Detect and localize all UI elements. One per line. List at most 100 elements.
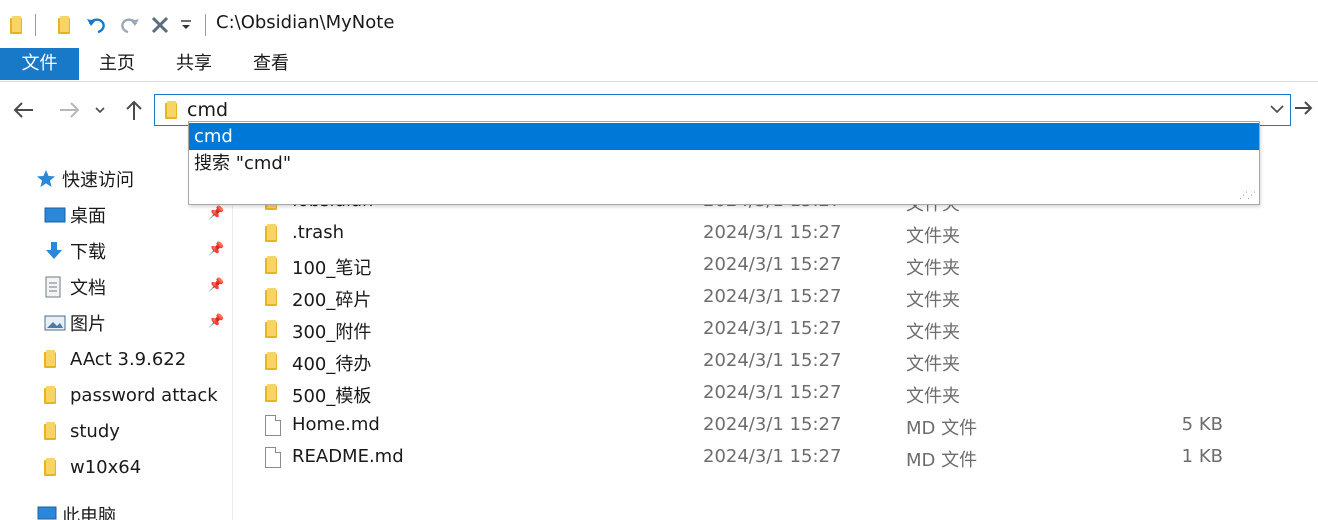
- address-autocomplete-dropdown: cmd 搜索 "cmd" ⋰⋰: [188, 121, 1260, 205]
- table-row[interactable]: 100_笔记 2024/3/1 15:27 文件夹: [233, 250, 1318, 282]
- folder-icon: [44, 422, 70, 440]
- file-type: 文件夹: [906, 226, 960, 247]
- file-name: 100_笔记: [292, 258, 372, 279]
- ribbon: 文件 主页 共享 查看: [0, 48, 1318, 82]
- file-icon: [265, 415, 281, 441]
- folder-icon: [265, 288, 277, 311]
- desktop-icon: [44, 206, 70, 224]
- file-name: Home.md: [292, 414, 380, 435]
- undo-icon[interactable]: [84, 12, 110, 38]
- sidebar-item-quick-access[interactable]: 快速访问: [36, 164, 134, 194]
- table-row[interactable]: 200_碎片 2024/3/1 15:27 文件夹: [233, 282, 1318, 314]
- file-icon: [265, 447, 281, 473]
- sidebar-item-label: 桌面: [70, 206, 106, 227]
- pin-icon[interactable]: 📌: [208, 278, 224, 293]
- sidebar-item-password-attack[interactable]: password attack: [44, 380, 218, 410]
- sidebar-item-label: 此电脑: [62, 506, 116, 520]
- file-name: README.md: [292, 446, 404, 467]
- table-row[interactable]: 400_待办 2024/3/1 15:27 文件夹: [233, 346, 1318, 378]
- pin-icon[interactable]: 📌: [208, 314, 224, 329]
- file-type: MD 文件: [906, 418, 978, 439]
- file-date: 2024/3/1 15:27: [703, 350, 842, 371]
- folder-icon: [265, 352, 277, 375]
- forward-button[interactable]: [55, 96, 83, 124]
- computer-icon: [36, 506, 62, 520]
- window-title: C:\Obsidian\MyNote: [216, 12, 395, 33]
- file-size: 1 KB: [1181, 446, 1223, 467]
- table-row[interactable]: Home.md 2024/3/1 15:27 MD 文件 5 KB: [233, 410, 1318, 442]
- table-row[interactable]: .trash 2024/3/1 15:27 文件夹: [233, 218, 1318, 250]
- sidebar-item-aact[interactable]: AAct 3.9.622: [44, 344, 186, 374]
- back-button[interactable]: [10, 96, 38, 124]
- address-dropdown-chevron-icon[interactable]: [1270, 99, 1284, 118]
- toolbar-divider: [35, 14, 36, 36]
- tab-home[interactable]: 主页: [82, 48, 152, 80]
- file-date: 2024/3/1 15:27: [703, 382, 842, 403]
- redo-icon[interactable]: [116, 12, 142, 38]
- toolbar-divider: [205, 14, 206, 36]
- folder-icon: [265, 320, 277, 343]
- table-row[interactable]: README.md 2024/3/1 15:27 MD 文件 1 KB: [233, 442, 1318, 474]
- delete-icon[interactable]: [148, 12, 172, 38]
- sidebar-item-downloads[interactable]: 下载: [44, 236, 106, 266]
- table-row[interactable]: 300_附件 2024/3/1 15:27 文件夹: [233, 314, 1318, 346]
- sidebar-item-label: 图片: [70, 314, 106, 335]
- file-date: 2024/3/1 15:27: [703, 318, 842, 339]
- folder-icon: [265, 224, 277, 247]
- up-button[interactable]: [120, 96, 148, 124]
- file-type: MD 文件: [906, 450, 978, 471]
- file-date: 2024/3/1 15:27: [703, 446, 842, 467]
- sidebar-item-pictures[interactable]: 图片: [44, 308, 106, 338]
- folder-icon: [265, 256, 277, 279]
- tab-file[interactable]: 文件: [0, 48, 79, 80]
- file-type: 文件夹: [906, 258, 960, 279]
- folder-icon: [265, 384, 277, 407]
- file-name: 300_附件: [292, 322, 372, 343]
- pin-icon[interactable]: 📌: [208, 206, 224, 221]
- sidebar-item-label: study: [70, 420, 120, 442]
- pictures-icon: [44, 314, 70, 332]
- file-name: 200_碎片: [292, 290, 372, 311]
- folder-icon: [44, 458, 70, 476]
- file-type: 文件夹: [906, 354, 960, 375]
- sidebar-item-w10x64[interactable]: w10x64: [44, 452, 141, 482]
- address-input[interactable]: cmd: [187, 99, 228, 121]
- pin-icon[interactable]: 📌: [208, 242, 224, 257]
- folder-icon: [8, 12, 24, 38]
- title-bar: C:\Obsidian\MyNote: [0, 0, 1318, 48]
- sidebar-item-documents[interactable]: 文档: [44, 272, 106, 302]
- download-icon: [44, 241, 70, 261]
- file-type: 文件夹: [906, 290, 960, 311]
- file-name: .trash: [292, 222, 344, 243]
- file-type: 文件夹: [906, 386, 960, 407]
- sidebar-item-label: 快速访问: [62, 170, 134, 191]
- properties-folder-icon[interactable]: [54, 12, 74, 38]
- customize-dropdown-icon[interactable]: [178, 12, 194, 38]
- resize-grip-icon[interactable]: ⋰⋰: [1239, 191, 1256, 201]
- sidebar-item-label: AAct 3.9.622: [70, 348, 187, 370]
- file-name: 500_模板: [292, 386, 372, 407]
- go-arrow-icon[interactable]: [1294, 98, 1314, 122]
- file-date: 2024/3/1 15:27: [703, 254, 842, 275]
- folder-icon: [165, 101, 177, 124]
- sidebar-item-this-pc[interactable]: 此电脑: [36, 500, 116, 520]
- sidebar-item-label: password attack: [70, 384, 218, 406]
- sidebar-item-label: w10x64: [70, 456, 142, 478]
- tab-view[interactable]: 查看: [236, 48, 306, 80]
- sidebar-item-study[interactable]: study: [44, 416, 120, 446]
- table-row[interactable]: 500_模板 2024/3/1 15:27 文件夹: [233, 378, 1318, 410]
- tab-share[interactable]: 共享: [159, 48, 229, 80]
- sidebar-item-desktop[interactable]: 桌面: [44, 200, 106, 230]
- file-size: 5 KB: [1181, 414, 1223, 435]
- file-name: 400_待办: [292, 354, 372, 375]
- folder-icon: [44, 350, 70, 368]
- search-suggestion-item[interactable]: 搜索 "cmd": [189, 150, 1259, 177]
- sidebar-item-label: 下载: [70, 242, 106, 263]
- recent-locations-chevron-icon[interactable]: [90, 96, 110, 124]
- file-date: 2024/3/1 15:27: [703, 286, 842, 307]
- sidebar-item-label: 文档: [70, 278, 106, 299]
- file-date: 2024/3/1 15:27: [703, 414, 842, 435]
- suggestion-item[interactable]: cmd: [189, 123, 1259, 150]
- star-icon: [36, 169, 62, 189]
- document-icon: [44, 276, 70, 298]
